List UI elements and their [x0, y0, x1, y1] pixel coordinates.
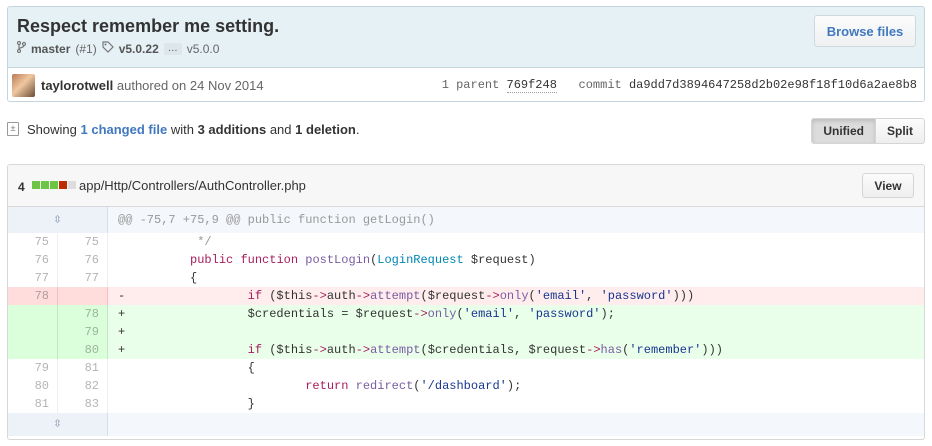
split-button[interactable]: Split: [876, 118, 925, 144]
context-line: 80 82 return redirect('/dashboard');: [8, 377, 924, 395]
new-line-number[interactable]: 79: [58, 323, 108, 341]
unfold-icon[interactable]: ⇳: [8, 413, 108, 436]
context-line: 76 76 public function postLogin(LoginRequ…: [8, 251, 924, 269]
author-line: taylorotwell authored on 24 Nov 2014: [41, 78, 264, 93]
deleted-line: 78 - if ($this->auth->attempt($request->o…: [8, 287, 924, 305]
code-line: + if ($this->auth->attempt($credentials,…: [108, 341, 924, 359]
commit-title: Respect remember me setting.: [17, 16, 280, 36]
new-line-number[interactable]: 82: [58, 377, 108, 395]
showing-label: Showing: [27, 122, 77, 137]
file-header: 4 app/Http/Controllers/AuthController.ph…: [8, 165, 924, 207]
new-line-number[interactable]: 78: [58, 305, 108, 323]
new-line-number[interactable]: 75: [58, 233, 108, 251]
code-line: public function postLogin(LoginRequest $…: [190, 253, 536, 267]
author-name[interactable]: taylorotwell: [41, 78, 113, 93]
parent-label: 1 parent: [441, 78, 500, 92]
context-line: 79 81 {: [8, 359, 924, 377]
new-line-number[interactable]: 83: [58, 395, 108, 413]
diff-lines: 75 75 */76 76 public function postLogin(Lo…: [8, 233, 924, 413]
old-line-number[interactable]: 81: [8, 395, 58, 413]
expand-bottom-row: ⇳: [8, 413, 924, 436]
sha-info: 1 parent 769f248 commit da9dd7d389464725…: [441, 78, 917, 93]
old-line-number[interactable]: 79: [8, 359, 58, 377]
branch-icon: [16, 40, 27, 56]
old-line-number[interactable]: [8, 341, 58, 359]
file-diff-icon[interactable]: ±: [7, 122, 19, 136]
period: .: [355, 122, 360, 137]
hunk-header-row: ⇳ @@ -75,7 +75,9 @@ public function getL…: [8, 207, 924, 233]
tag-primary[interactable]: v5.0.22: [119, 42, 159, 56]
context-line: 77 77 {: [8, 269, 924, 287]
unified-button[interactable]: Unified: [811, 118, 876, 144]
pr-ref[interactable]: (#1): [75, 42, 96, 56]
old-line-number[interactable]: [8, 323, 58, 341]
old-line-number[interactable]: 77: [8, 269, 58, 287]
commit-label: commit: [578, 78, 622, 92]
new-line-number[interactable]: 76: [58, 251, 108, 269]
new-line-number[interactable]: [58, 287, 108, 305]
diffstat-bar: [32, 181, 76, 189]
code-line: {: [118, 361, 255, 375]
code-line: */: [197, 235, 212, 249]
code-line: {: [118, 271, 198, 285]
diff-summary: ± Showing 1 changed file with 3 addition…: [7, 118, 925, 144]
old-line-number[interactable]: 75: [8, 233, 58, 251]
tag-icon: [102, 41, 114, 56]
file-path: app/Http/Controllers/AuthController.php: [79, 178, 306, 193]
commit-sha: da9dd7d3894647258d2b02e98f18f10d6a2ae8b8: [628, 78, 917, 92]
diffstat-block: [50, 181, 58, 189]
added-line: 80 + if ($this->auth->attempt($credential…: [8, 341, 924, 359]
diff-view-toggle: Unified Split: [811, 118, 925, 144]
parent-sha-link[interactable]: 769f248: [506, 78, 557, 93]
diffstat-block: [68, 181, 76, 189]
view-file-button[interactable]: View: [862, 173, 914, 198]
avatar[interactable]: [12, 74, 35, 97]
change-count: 4: [18, 180, 25, 194]
diffstat-block: [59, 181, 67, 189]
commit-box: Respect remember me setting. master (#1)…: [7, 6, 925, 102]
commit-refs: master (#1) v5.0.22 … v5.0.0: [16, 40, 220, 56]
diffstat-block: [41, 181, 49, 189]
with-label: with: [170, 122, 194, 137]
unfold-icon[interactable]: ⇳: [8, 207, 108, 233]
commit-meta: taylorotwell authored on 24 Nov 2014 1 p…: [8, 68, 924, 101]
new-line-number[interactable]: 80: [58, 341, 108, 359]
changed-files-link[interactable]: 1 changed file: [81, 122, 168, 137]
expand-filler: [108, 413, 924, 436]
diffstat-block: [32, 181, 40, 189]
authored-date: authored on 24 Nov 2014: [116, 78, 264, 93]
file-diff: 4 app/Http/Controllers/AuthController.ph…: [7, 164, 925, 440]
code-line: - if ($this->auth->attempt($request->onl…: [108, 287, 924, 305]
added-line: 78 + $credentials = $request->only('email…: [8, 305, 924, 323]
hunk-header: @@ -75,7 +75,9 @@ public function getLog…: [108, 207, 924, 233]
tag-secondary[interactable]: v5.0.0: [187, 42, 220, 56]
branch-name[interactable]: master: [31, 42, 70, 56]
diff-summary-text: Showing 1 changed file with 3 additions …: [27, 122, 359, 137]
old-line-number[interactable]: 80: [8, 377, 58, 395]
diff-table: ⇳ @@ -75,7 +75,9 @@ public function getL…: [8, 207, 924, 436]
code-line: return redirect('/dashboard');: [305, 379, 522, 393]
context-line: 81 83 }: [8, 395, 924, 413]
context-line: 75 75 */: [8, 233, 924, 251]
additions-count: 3 additions: [197, 122, 267, 137]
old-line-number[interactable]: 78: [8, 287, 58, 305]
commit-header: Respect remember me setting. master (#1)…: [8, 7, 924, 68]
code-line: +: [108, 323, 924, 341]
code-line: + $credentials = $request->only('email',…: [108, 305, 924, 323]
added-line: 79 +: [8, 323, 924, 341]
old-line-number[interactable]: [8, 305, 58, 323]
old-line-number[interactable]: 76: [8, 251, 58, 269]
deletions-count: 1 deletion: [295, 122, 356, 137]
code-line: }: [118, 397, 255, 411]
new-line-number[interactable]: 81: [58, 359, 108, 377]
tags-ellipsis-button[interactable]: …: [163, 42, 182, 55]
browse-files-button[interactable]: Browse files: [814, 15, 916, 47]
and-label: and: [269, 122, 292, 137]
new-line-number[interactable]: 77: [58, 269, 108, 287]
